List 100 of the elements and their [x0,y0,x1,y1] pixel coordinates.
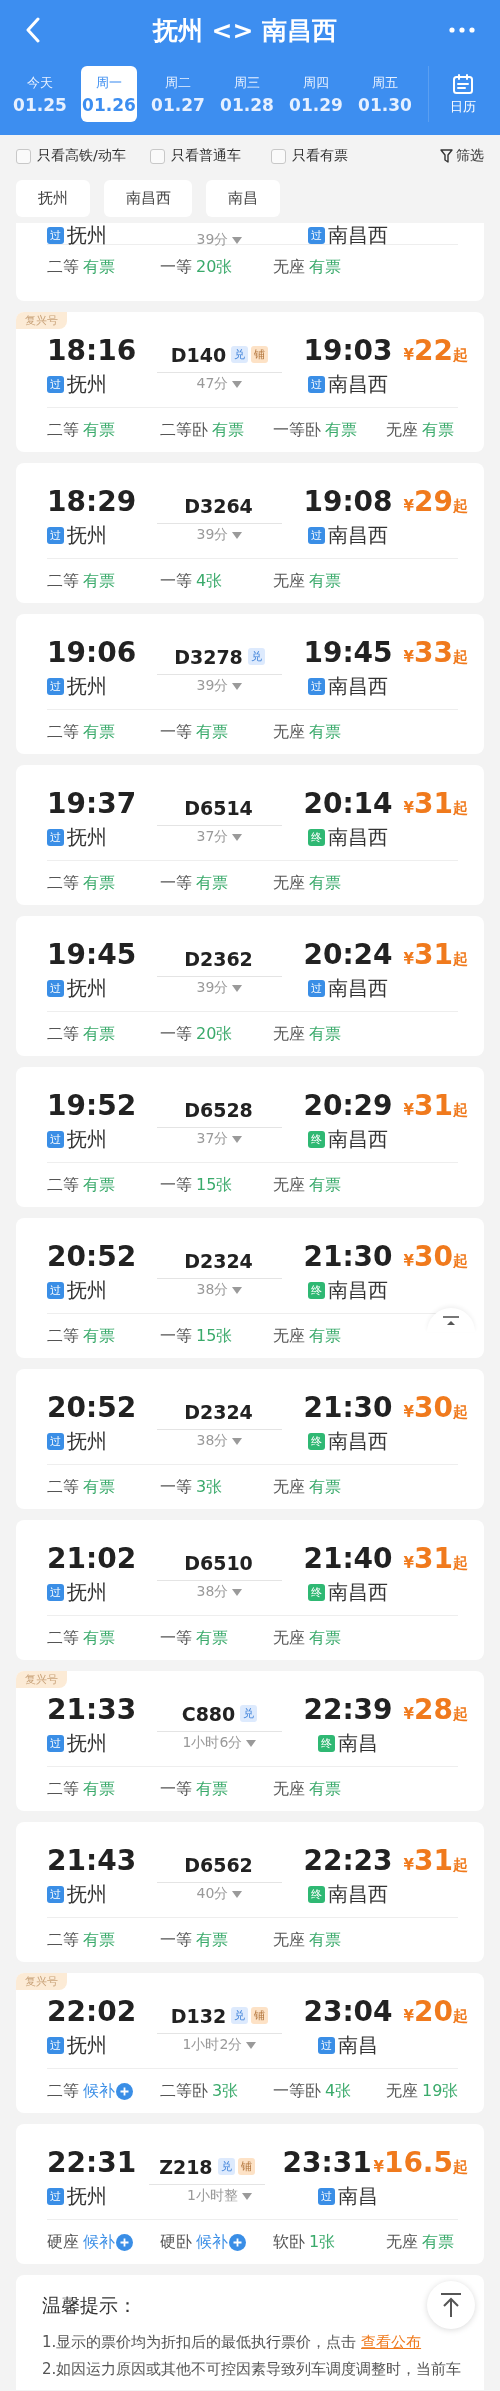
train-number: D6562 [184,1853,253,1876]
caret-icon[interactable] [232,380,243,388]
station-chip[interactable]: 抚州 [16,180,90,217]
train-number: Z218 [159,2155,213,2178]
train-card[interactable]: 22:31 Z218 兑 铺 23:31¥16.5起 过 抚州 1小时整 过 南昌 硬座 候补 硬卧 候补 软卧 1张 无座 有票 [16,2124,484,2264]
stop-badge: 过 [308,526,325,544]
train-card[interactable]: 21:02 D6510 21:40 ¥31起 过 抚州 38分 终 南昌西 二等 有票 一等 有票 无座 有票 [16,1520,484,1660]
train-card[interactable]: 19:52 D6528 20:29 ¥31起 过 抚州 37分 终 南昌西 二等 有票 一等 15张 无座 有票 [16,1067,484,1207]
plus-icon[interactable] [116,2233,133,2251]
filter-button[interactable]: 筛选 [440,147,484,165]
train-card[interactable]: 19:06 D3278 兑 19:45 ¥33起 过 抚州 39分 过 南昌西 二等 有票 一等 有票 无座 有票 [16,614,484,754]
more-icon[interactable] [449,26,475,34]
caret-icon[interactable] [232,1437,243,1445]
price: ¥33起 [403,635,468,669]
train-card[interactable]: 21:43 D6562 22:23 ¥31起 过 抚州 40分 终 南昌西 二等 有票 一等 有票 无座 有票 [16,1822,484,1962]
seat-class: 一等 [160,721,192,743]
seat-class: 二等卧 [160,419,208,441]
stop-badge: 过 [47,828,64,846]
caret-icon[interactable] [232,531,243,539]
train-card[interactable]: 复兴号 18:16 D140 兑 铺 19:03 ¥22起 过 抚州 47分 过 南昌西 二等 有票 二等卧 有票 一等卧 有票 无座 有票 [16,312,484,452]
train-card[interactable]: 过 抚州 39分 过 南昌西 二等 有票 一等 20张 无座 有票 [16,223,484,301]
filter-checkbox[interactable]: 只看高铁/动车 [16,147,126,165]
seat-class: 无座 [273,721,305,743]
stop-badge: 过 [308,227,325,244]
caret-icon[interactable] [241,2192,252,2200]
station-name: 抚州 [67,2182,107,2210]
plus-icon[interactable] [229,2233,246,2251]
caret-icon[interactable] [232,1890,243,1898]
seat-class: 一等 [160,1476,192,1498]
train-card[interactable]: 复兴号 22:02 D132 兑 铺 23:04 ¥20起 过 抚州 1小时2分 过 南昌 二等 候补 二等卧 3张 一等卧 4张 无座 19张 [16,1973,484,2113]
departure-time: 18:29 [47,484,138,518]
seat-availability: 有票 [309,1929,341,1951]
station-name: 南昌西 [328,1276,388,1304]
filter-checkbox[interactable]: 只看有票 [270,147,348,165]
seat-availability: 有票 [422,2231,454,2253]
seat-class: 二等卧 [160,2080,208,2102]
seat-class: 无座 [273,872,305,894]
seat-availability: 有票 [83,1929,115,1951]
train-card[interactable]: 19:45 D2362 20:24 ¥31起 过 抚州 39分 过 南昌西 二等 有票 一等 20张 无座 有票 [16,916,484,1056]
caret-icon[interactable] [246,2041,257,2049]
station-name: 抚州 [67,1578,107,1606]
station-name: 抚州 [67,1427,107,1455]
seat-availability: 有票 [309,1325,341,1347]
station-name: 南昌西 [328,1578,388,1606]
stop-badge: 过 [47,979,64,997]
stop-badge: 过 [47,526,64,544]
caret-icon[interactable] [232,682,243,690]
price: ¥31起 [403,1088,468,1122]
caret-icon[interactable] [232,833,243,841]
seat-class: 一等 [160,1929,192,1951]
price: ¥30起 [403,1390,468,1424]
train-card[interactable]: 20:52 D2324 21:30 ¥30起 过 抚州 38分 终 南昌西 二等 有票 一等 15张 无座 有票 [16,1218,484,1358]
filter-checkbox[interactable]: 只看普通车 [149,147,241,165]
seat-class: 一等 [160,1778,192,1800]
plus-icon[interactable] [116,2082,133,2100]
station-name: 抚州 [67,370,107,398]
caret-icon[interactable] [232,1588,243,1596]
seat-availability: 有票 [422,419,454,441]
train-card[interactable]: 18:29 D3264 19:08 ¥29起 过 抚州 39分 过 南昌西 二等 有票 一等 4张 无座 有票 [16,463,484,603]
stop-badge: 过 [47,1885,64,1903]
departure-time: 21:02 [47,1541,138,1575]
waitlist-status[interactable]: 候补 [196,2231,228,2253]
train-badge: 铺 [251,346,269,363]
seat-class: 无座 [386,2231,418,2253]
stop-badge: 过 [47,2187,64,2205]
train-card[interactable]: 19:37 D6514 20:14 ¥31起 过 抚州 37分 终 南昌西 二等 有票 一等 有票 无座 有票 [16,765,484,905]
seat-class: 软卧 [273,2231,305,2253]
seat-class: 一等卧 [273,2080,321,2102]
duration: 1小时6分 [182,1734,243,1752]
price: ¥16.5起 [373,2145,468,2179]
waitlist-status[interactable]: 候补 [83,2231,115,2253]
departure-time: 20:52 [47,1390,138,1424]
departure-time: 19:06 [47,635,138,669]
train-badge: 兑 [231,2007,249,2024]
stop-badge: 过 [308,979,325,997]
seat-class: 无座 [273,1778,305,1800]
station-name: 南昌西 [328,370,388,398]
price: ¥29起 [403,484,468,518]
caret-icon[interactable] [246,1739,257,1747]
seat-class: 无座 [273,570,305,592]
date-tab[interactable]: 周一 01.26 [81,66,137,122]
caret-icon[interactable] [232,1286,243,1294]
arrival-time: 19:03 [302,333,394,367]
tip-text: 1.显示的票价均为折扣后的最低执行票价，点击 [42,2333,358,2351]
caret-icon[interactable] [232,984,243,992]
station-chip[interactable]: 南昌西 [104,180,192,217]
seat-class: 二等 [47,1778,79,1800]
station-name: 抚州 [67,223,107,249]
train-card[interactable]: 复兴号 21:33 C880 兑 22:39 ¥28起 过 抚州 1小时6分 终 南昌 二等 有票 一等 有票 无座 有票 [16,1671,484,1811]
seat-availability: 有票 [83,1476,115,1498]
waitlist-status[interactable]: 候补 [83,2080,115,2102]
train-type-tag: 复兴号 [16,312,67,329]
caret-icon[interactable] [232,1135,243,1143]
stop-badge: 过 [47,1734,64,1752]
seat-availability: 有票 [325,419,357,441]
stop-badge: 过 [308,375,325,393]
train-card[interactable]: 20:52 D2324 21:30 ¥30起 过 抚州 38分 终 南昌西 二等 有票 一等 3张 无座 有票 [16,1369,484,1509]
station-chip[interactable]: 南昌 [206,180,280,217]
back-icon[interactable] [25,17,41,43]
seat-class: 二等 [47,2080,79,2102]
